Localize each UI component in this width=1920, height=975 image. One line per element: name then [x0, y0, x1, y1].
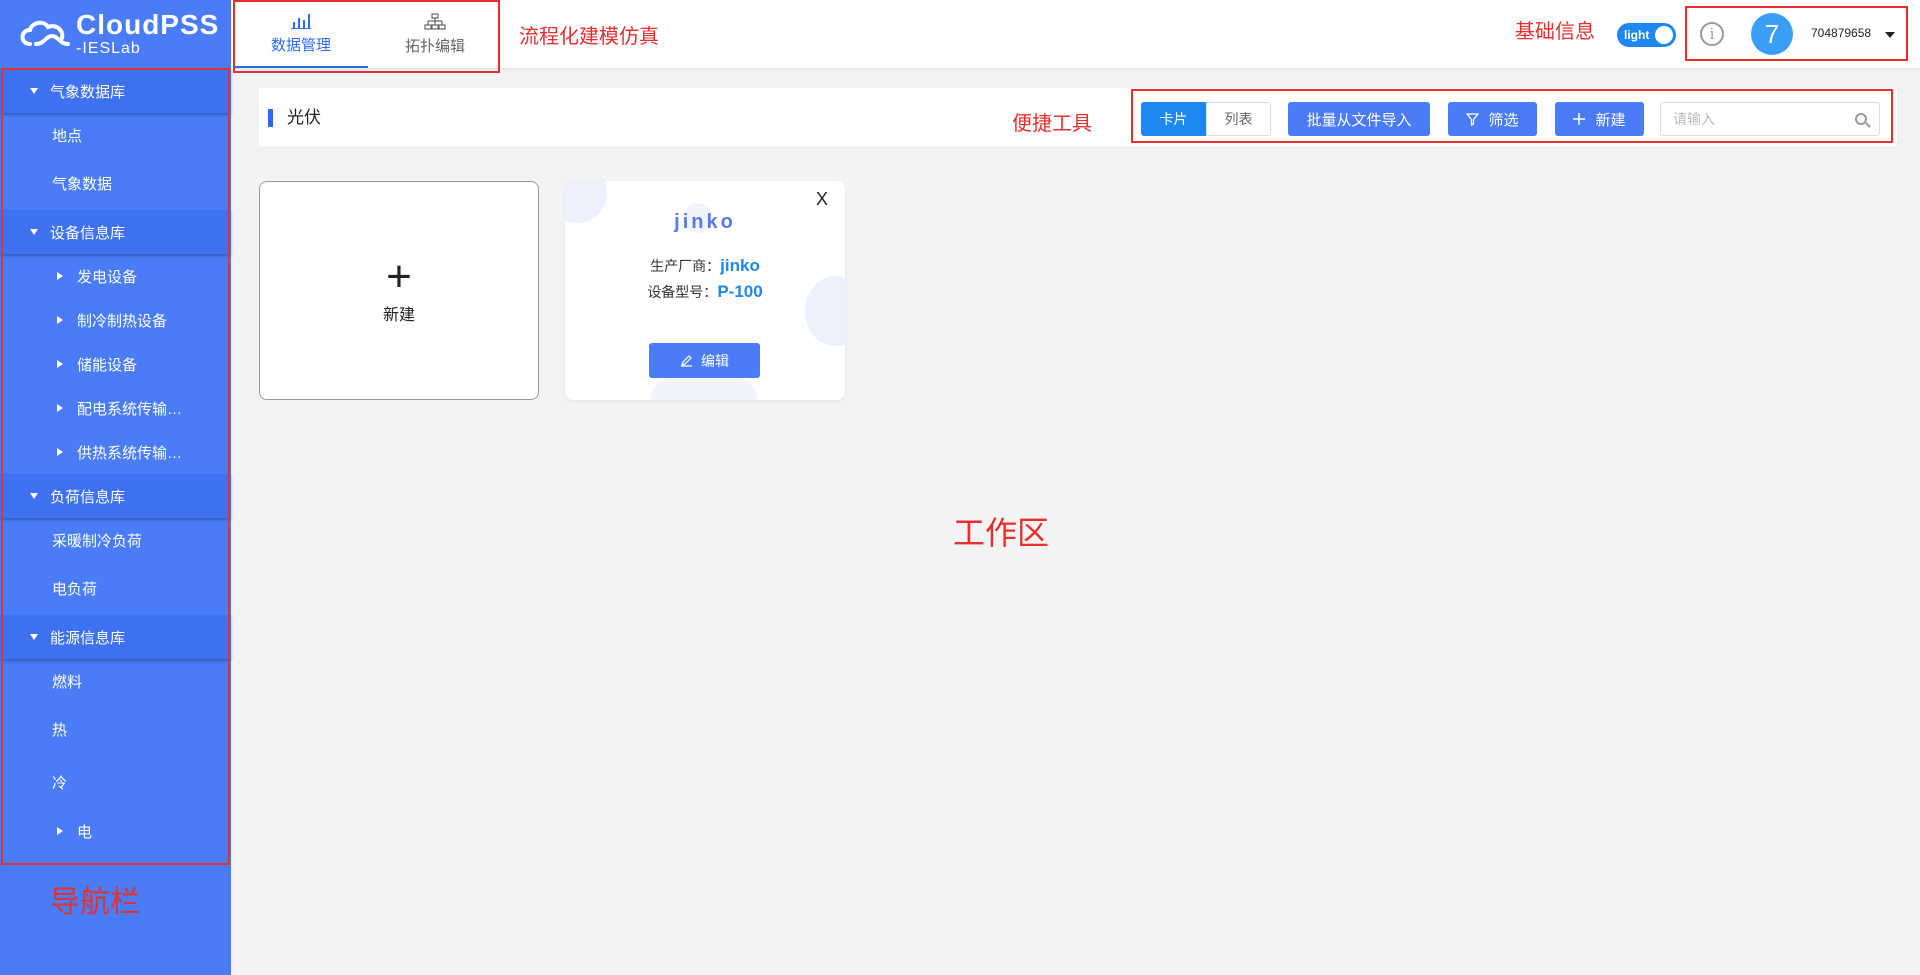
nav-group-load[interactable]: 负荷信息库 — [0, 474, 231, 518]
toggle-knob — [1655, 26, 1673, 44]
nav-sub-heat-transmission[interactable]: 供热系统传输… — [0, 430, 231, 474]
tab-label: 拓扑编辑 — [404, 37, 465, 55]
nav-item-location[interactable]: 地点 — [0, 113, 231, 157]
plus-icon — [1573, 113, 1586, 125]
caret-right-icon — [57, 316, 63, 324]
annotation-navbar: 导航栏 — [50, 886, 140, 919]
view-switch: 卡片 列表 — [1141, 102, 1271, 136]
pencil-icon — [681, 355, 692, 367]
close-button[interactable]: X — [816, 189, 828, 210]
nav-group-equipment[interactable]: 设备信息库 — [0, 210, 231, 254]
caret-down-icon — [30, 88, 38, 94]
avatar[interactable]: 7 — [1751, 13, 1793, 55]
annotation-quick-tools: 便捷工具 — [1012, 113, 1092, 135]
filter-button[interactable]: 筛选 — [1448, 102, 1537, 136]
annotation-basic-info: 基础信息 — [1515, 21, 1595, 43]
nav-sub-storage[interactable]: 储能设备 — [0, 342, 231, 386]
info-icon[interactable]: i — [1700, 22, 1724, 46]
search-icon[interactable] — [1855, 113, 1867, 125]
nav-sub-electricity[interactable]: 电 — [0, 809, 231, 853]
caret-right-icon — [57, 448, 63, 456]
search-box — [1660, 102, 1880, 136]
cloud-logo-icon — [20, 20, 70, 46]
tab-data-management[interactable]: 数据管理 — [234, 0, 368, 68]
nav-sub-power-distribution[interactable]: 配电系统传输… — [0, 386, 231, 430]
nav-group-weather[interactable]: 气象数据库 — [0, 69, 231, 113]
caret-right-icon — [57, 404, 63, 412]
chevron-down-icon[interactable] — [1885, 32, 1895, 38]
tab-topology-edit[interactable]: 拓扑编辑 — [368, 0, 502, 68]
view-list-button[interactable]: 列表 — [1206, 102, 1271, 136]
card-title: jinko — [674, 211, 736, 233]
caret-down-icon — [30, 229, 38, 235]
model-row: 设备型号：P-100 — [647, 282, 763, 301]
caret-right-icon — [57, 827, 63, 835]
new-button[interactable]: 新建 — [1555, 102, 1644, 136]
nav-item-fuel[interactable]: 燃料 — [0, 659, 231, 703]
topology-icon — [424, 12, 446, 30]
search-input[interactable] — [1661, 103, 1841, 135]
plus-icon: + — [386, 251, 412, 301]
logo[interactable]: CloudPSS -IESLab — [0, 0, 231, 68]
nav-group-energy[interactable]: 能源信息库 — [0, 615, 231, 659]
theme-toggle[interactable]: light — [1617, 23, 1676, 47]
filter-icon — [1466, 112, 1480, 126]
new-card-label: 新建 — [382, 306, 415, 324]
tab-label: 数据管理 — [270, 36, 331, 54]
manufacturer-row: 生产厂商：jinko — [650, 256, 760, 275]
edit-button[interactable]: 编辑 — [649, 343, 760, 378]
nav-item-hvac-load[interactable]: 采暖制冷负荷 — [0, 518, 231, 562]
logo-title: CloudPSS — [76, 9, 220, 40]
nav-item-weather-data[interactable]: 气象数据 — [0, 157, 231, 210]
logo-subtitle: -IESLab — [76, 40, 141, 57]
manufacturer-value: jinko — [720, 256, 760, 275]
caret-right-icon — [57, 272, 63, 280]
sidebar: CloudPSS -IESLab 气象数据库 地点 气象数据 设备信息库 发电设… — [0, 0, 231, 975]
nav-menu: 气象数据库 地点 气象数据 设备信息库 发电设备 制冷制热设备 储能设备 配电系… — [0, 69, 231, 853]
caret-down-icon — [30, 634, 38, 640]
nav-item-electric-load[interactable]: 电负荷 — [0, 562, 231, 615]
nav-sub-cooling-heating[interactable]: 制冷制热设备 — [0, 298, 231, 342]
equipment-card: X jinko 生产厂商：jinko 设备型号：P-100 编辑 — [565, 181, 845, 400]
top-bar: 数据管理 拓扑编辑 light i 7 704879658 — [231, 0, 1920, 68]
nav-sub-generation[interactable]: 发电设备 — [0, 254, 231, 298]
nav-item-heat[interactable]: 热 — [0, 703, 231, 756]
batch-import-button[interactable]: 批量从文件导入 — [1288, 102, 1430, 136]
bar-chart-icon — [291, 13, 311, 29]
new-card[interactable]: + 新建 — [259, 181, 539, 400]
nav-item-cold[interactable]: 冷 — [0, 756, 231, 809]
model-value: P-100 — [717, 282, 763, 301]
annotation-workspace: 工作区 — [953, 515, 1050, 551]
page-title: 光伏 — [268, 109, 321, 127]
view-card-button[interactable]: 卡片 — [1141, 102, 1206, 136]
username[interactable]: 704879658 — [1811, 26, 1871, 40]
caret-down-icon — [30, 493, 38, 499]
annotation-workflow: 流程化建模仿真 — [519, 26, 659, 48]
caret-right-icon — [57, 360, 63, 368]
